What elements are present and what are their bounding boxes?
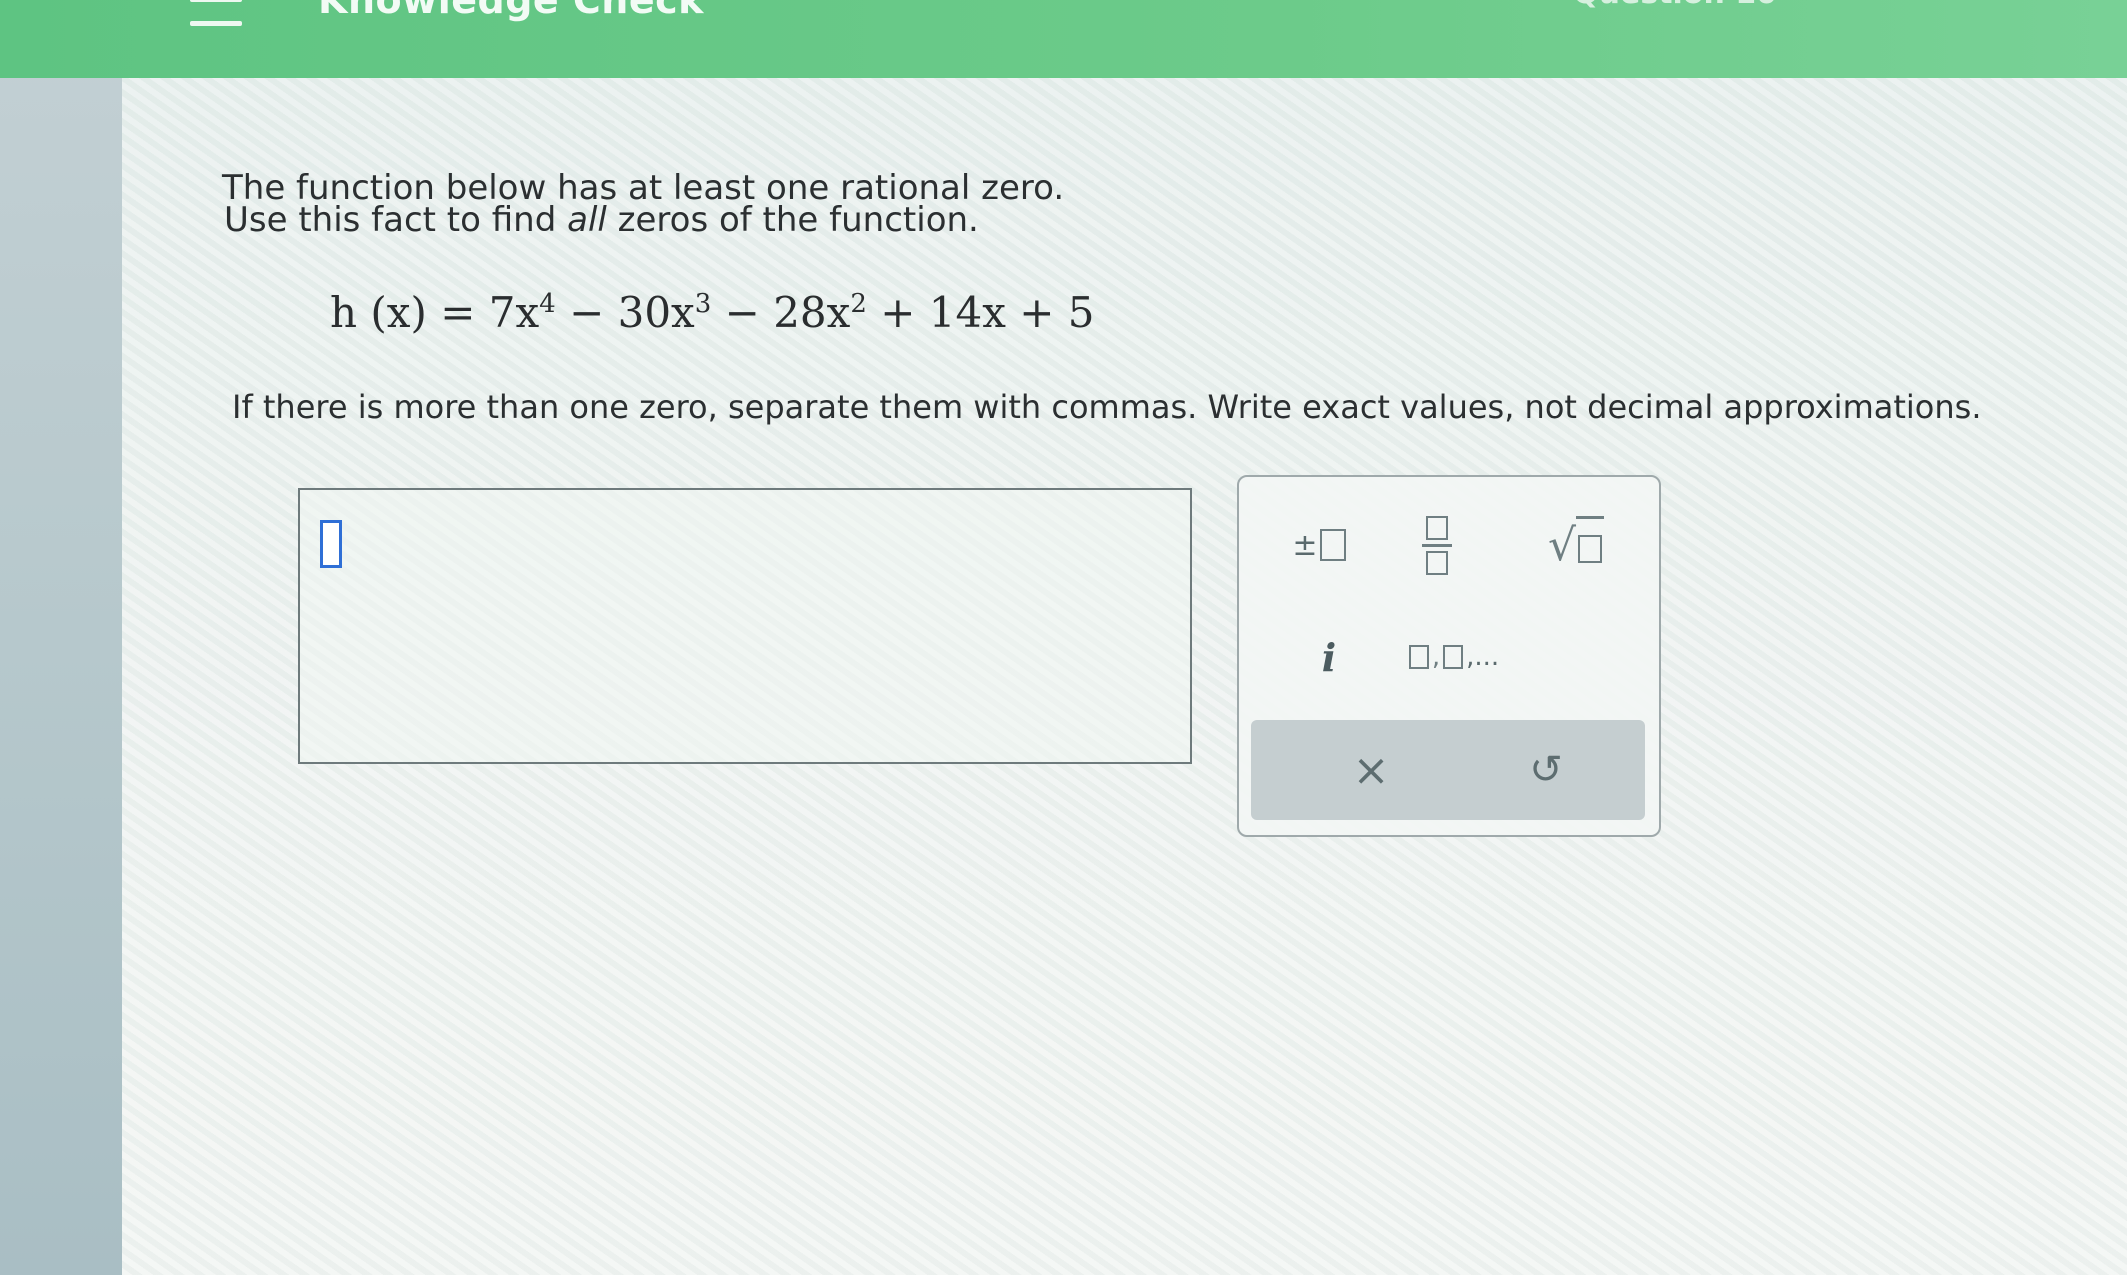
list-box-icon bbox=[1443, 645, 1464, 669]
instruction-text: If there is more than one zero, separate… bbox=[232, 388, 1982, 426]
input-cursor-slot[interactable] bbox=[320, 520, 342, 568]
fraction-bar-icon bbox=[1422, 543, 1452, 547]
numerator-box-icon bbox=[1426, 515, 1448, 540]
denominator-box-icon bbox=[1426, 550, 1448, 575]
list-entry-button[interactable]: , ,... bbox=[1399, 627, 1509, 687]
function-equation: h (x) = 7x4 − 30x3 − 28x2 + 14x + 5 bbox=[330, 288, 1095, 337]
plus-minus-icon: ± bbox=[1292, 527, 1318, 563]
problem-statement-line-2: Use this fact to find all zeros of the f… bbox=[224, 200, 979, 240]
list-box-icon bbox=[1408, 645, 1429, 669]
placeholder-box-icon bbox=[1319, 529, 1346, 561]
square-root-icon: √ bbox=[1548, 516, 1605, 574]
math-keypad: ± √ i , ,... × ↺ bbox=[1237, 475, 1661, 837]
emphasis-all: all bbox=[567, 200, 607, 240]
fraction-button[interactable] bbox=[1397, 505, 1477, 585]
undo-button[interactable]: ↺ bbox=[1506, 740, 1586, 800]
imaginary-unit-button[interactable]: i bbox=[1289, 627, 1369, 687]
hamburger-menu-icon[interactable] bbox=[190, 0, 242, 26]
square-root-button[interactable]: √ bbox=[1536, 515, 1616, 575]
clear-button[interactable]: × bbox=[1331, 740, 1411, 800]
page-title: Knowledge Check bbox=[318, 0, 704, 22]
keypad-action-bar: × ↺ bbox=[1251, 720, 1645, 820]
plus-minus-button[interactable]: ± bbox=[1279, 515, 1359, 575]
answer-input-box[interactable] bbox=[298, 488, 1192, 764]
question-counter: Question 10 bbox=[1573, 0, 1777, 11]
top-header-bar: Knowledge Check Question 10 bbox=[0, 0, 2127, 78]
